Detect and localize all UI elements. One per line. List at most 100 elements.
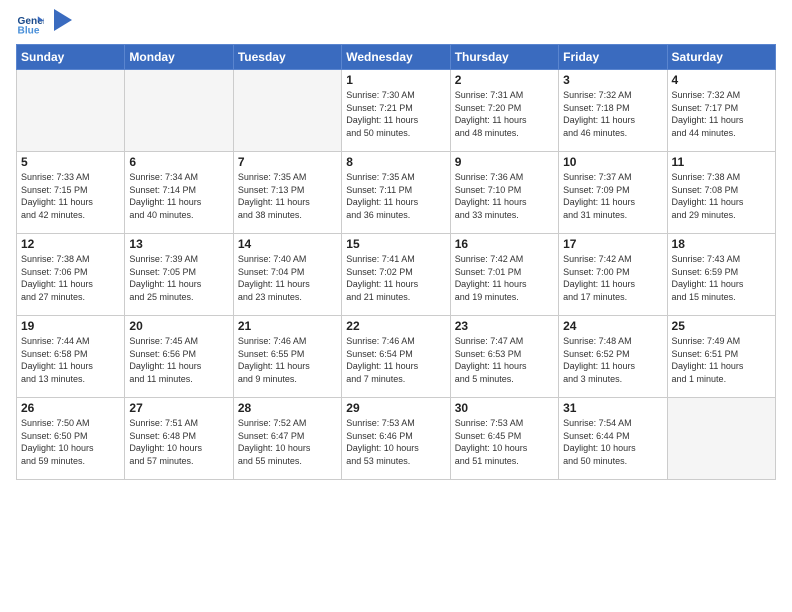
day-info: Sunrise: 7:42 AM Sunset: 7:00 PM Dayligh…	[563, 253, 662, 303]
day-info: Sunrise: 7:52 AM Sunset: 6:47 PM Dayligh…	[238, 417, 337, 467]
day-cell: 29Sunrise: 7:53 AM Sunset: 6:46 PM Dayli…	[342, 398, 450, 480]
day-cell: 11 Sunrise: 7:38 AM Sunset: 7:08 PM Dayli…	[667, 152, 775, 234]
day-cell: 9Sunrise: 7:36 AM Sunset: 7:10 PM Daylig…	[450, 152, 558, 234]
day-number: 15	[346, 237, 445, 251]
day-number: 25	[672, 319, 771, 333]
day-cell	[233, 70, 341, 152]
day-number: 22	[346, 319, 445, 333]
day-number: 18	[672, 237, 771, 251]
day-cell: 4 Sunrise: 7:32 AM Sunset: 7:17 PM Daylig…	[667, 70, 775, 152]
day-cell: 21 Sunrise: 7:46 AM Sunset: 6:55 PM Dayli…	[233, 316, 341, 398]
header-row: SundayMondayTuesdayWednesdayThursdayFrid…	[17, 45, 776, 70]
col-header-wednesday: Wednesday	[342, 45, 450, 70]
day-cell: 2Sunrise: 7:31 AM Sunset: 7:20 PM Daylig…	[450, 70, 558, 152]
day-number: 5	[21, 155, 120, 169]
day-cell: 27Sunrise: 7:51 AM Sunset: 6:48 PM Dayli…	[125, 398, 233, 480]
day-cell: 23 Sunrise: 7:47 AM Sunset: 6:53 PM Dayli…	[450, 316, 558, 398]
day-cell: 14 Sunrise: 7:40 AM Sunset: 7:04 PM Dayli…	[233, 234, 341, 316]
col-header-thursday: Thursday	[450, 45, 558, 70]
day-number: 19	[21, 319, 120, 333]
day-number: 23	[455, 319, 554, 333]
day-number: 4	[672, 73, 771, 87]
day-number: 20	[129, 319, 228, 333]
day-cell	[17, 70, 125, 152]
day-number: 30	[455, 401, 554, 415]
day-cell: 15 Sunrise: 7:41 AM Sunset: 7:02 PM Dayli…	[342, 234, 450, 316]
day-cell: 13 Sunrise: 7:39 AM Sunset: 7:05 PM Dayli…	[125, 234, 233, 316]
day-info: Sunrise: 7:40 AM Sunset: 7:04 PM Dayligh…	[238, 253, 337, 303]
day-info: Sunrise: 7:39 AM Sunset: 7:05 PM Dayligh…	[129, 253, 228, 303]
col-header-friday: Friday	[559, 45, 667, 70]
day-number: 24	[563, 319, 662, 333]
day-number: 1	[346, 73, 445, 87]
day-cell: 22 Sunrise: 7:46 AM Sunset: 6:54 PM Dayli…	[342, 316, 450, 398]
page: General Blue SundayMondayTuesdayWednesda…	[0, 0, 792, 612]
svg-text:Blue: Blue	[18, 25, 40, 36]
day-cell: 17Sunrise: 7:42 AM Sunset: 7:00 PM Dayli…	[559, 234, 667, 316]
col-header-monday: Monday	[125, 45, 233, 70]
day-number: 21	[238, 319, 337, 333]
day-info: Sunrise: 7:33 AM Sunset: 7:15 PM Dayligh…	[21, 171, 120, 221]
day-info: Sunrise: 7:30 AM Sunset: 7:21 PM Dayligh…	[346, 89, 445, 139]
day-info: Sunrise: 7:34 AM Sunset: 7:14 PM Dayligh…	[129, 171, 228, 221]
day-cell: 30Sunrise: 7:53 AM Sunset: 6:45 PM Dayli…	[450, 398, 558, 480]
day-info: Sunrise: 7:35 AM Sunset: 7:11 PM Dayligh…	[346, 171, 445, 221]
day-cell: 1 Sunrise: 7:30 AM Sunset: 7:21 PM Daylig…	[342, 70, 450, 152]
header: General Blue	[16, 10, 776, 38]
day-info: Sunrise: 7:32 AM Sunset: 7:17 PM Dayligh…	[672, 89, 771, 139]
day-cell: 5 Sunrise: 7:33 AM Sunset: 7:15 PM Daylig…	[17, 152, 125, 234]
day-number: 3	[563, 73, 662, 87]
day-number: 14	[238, 237, 337, 251]
day-number: 27	[129, 401, 228, 415]
col-header-saturday: Saturday	[667, 45, 775, 70]
day-number: 10	[563, 155, 662, 169]
day-cell: 8 Sunrise: 7:35 AM Sunset: 7:11 PM Daylig…	[342, 152, 450, 234]
logo: General Blue	[16, 10, 72, 38]
day-cell: 26Sunrise: 7:50 AM Sunset: 6:50 PM Dayli…	[17, 398, 125, 480]
day-number: 28	[238, 401, 337, 415]
day-number: 8	[346, 155, 445, 169]
day-number: 26	[21, 401, 120, 415]
day-number: 31	[563, 401, 662, 415]
day-info: Sunrise: 7:54 AM Sunset: 6:44 PM Dayligh…	[563, 417, 662, 467]
day-info: Sunrise: 7:46 AM Sunset: 6:54 PM Dayligh…	[346, 335, 445, 385]
day-cell: 19Sunrise: 7:44 AM Sunset: 6:58 PM Dayli…	[17, 316, 125, 398]
calendar-table: SundayMondayTuesdayWednesdayThursdayFrid…	[16, 44, 776, 480]
day-info: Sunrise: 7:38 AM Sunset: 7:08 PM Dayligh…	[672, 171, 771, 221]
day-cell: 3 Sunrise: 7:32 AM Sunset: 7:18 PM Daylig…	[559, 70, 667, 152]
day-cell: 16Sunrise: 7:42 AM Sunset: 7:01 PM Dayli…	[450, 234, 558, 316]
day-number: 16	[455, 237, 554, 251]
day-cell: 31 Sunrise: 7:54 AM Sunset: 6:44 PM Dayli…	[559, 398, 667, 480]
day-cell: 18 Sunrise: 7:43 AM Sunset: 6:59 PM Dayli…	[667, 234, 775, 316]
week-row-1: 5 Sunrise: 7:33 AM Sunset: 7:15 PM Daylig…	[17, 152, 776, 234]
day-number: 13	[129, 237, 228, 251]
day-info: Sunrise: 7:31 AM Sunset: 7:20 PM Dayligh…	[455, 89, 554, 139]
day-info: Sunrise: 7:46 AM Sunset: 6:55 PM Dayligh…	[238, 335, 337, 385]
day-number: 11	[672, 155, 771, 169]
day-cell: 10Sunrise: 7:37 AM Sunset: 7:09 PM Dayli…	[559, 152, 667, 234]
day-info: Sunrise: 7:43 AM Sunset: 6:59 PM Dayligh…	[672, 253, 771, 303]
day-info: Sunrise: 7:49 AM Sunset: 6:51 PM Dayligh…	[672, 335, 771, 385]
day-info: Sunrise: 7:36 AM Sunset: 7:10 PM Dayligh…	[455, 171, 554, 221]
day-info: Sunrise: 7:53 AM Sunset: 6:46 PM Dayligh…	[346, 417, 445, 467]
day-info: Sunrise: 7:41 AM Sunset: 7:02 PM Dayligh…	[346, 253, 445, 303]
col-header-sunday: Sunday	[17, 45, 125, 70]
day-cell	[667, 398, 775, 480]
day-number: 7	[238, 155, 337, 169]
day-cell	[125, 70, 233, 152]
day-info: Sunrise: 7:45 AM Sunset: 6:56 PM Dayligh…	[129, 335, 228, 385]
week-row-2: 12Sunrise: 7:38 AM Sunset: 7:06 PM Dayli…	[17, 234, 776, 316]
day-info: Sunrise: 7:35 AM Sunset: 7:13 PM Dayligh…	[238, 171, 337, 221]
day-info: Sunrise: 7:38 AM Sunset: 7:06 PM Dayligh…	[21, 253, 120, 303]
logo-arrow-icon	[54, 9, 72, 31]
week-row-0: 1 Sunrise: 7:30 AM Sunset: 7:21 PM Daylig…	[17, 70, 776, 152]
day-cell: 6 Sunrise: 7:34 AM Sunset: 7:14 PM Daylig…	[125, 152, 233, 234]
day-cell: 28 Sunrise: 7:52 AM Sunset: 6:47 PM Dayli…	[233, 398, 341, 480]
logo-icon: General Blue	[16, 10, 44, 38]
day-info: Sunrise: 7:47 AM Sunset: 6:53 PM Dayligh…	[455, 335, 554, 385]
day-number: 6	[129, 155, 228, 169]
col-header-tuesday: Tuesday	[233, 45, 341, 70]
day-cell: 7 Sunrise: 7:35 AM Sunset: 7:13 PM Daylig…	[233, 152, 341, 234]
day-info: Sunrise: 7:32 AM Sunset: 7:18 PM Dayligh…	[563, 89, 662, 139]
week-row-3: 19Sunrise: 7:44 AM Sunset: 6:58 PM Dayli…	[17, 316, 776, 398]
